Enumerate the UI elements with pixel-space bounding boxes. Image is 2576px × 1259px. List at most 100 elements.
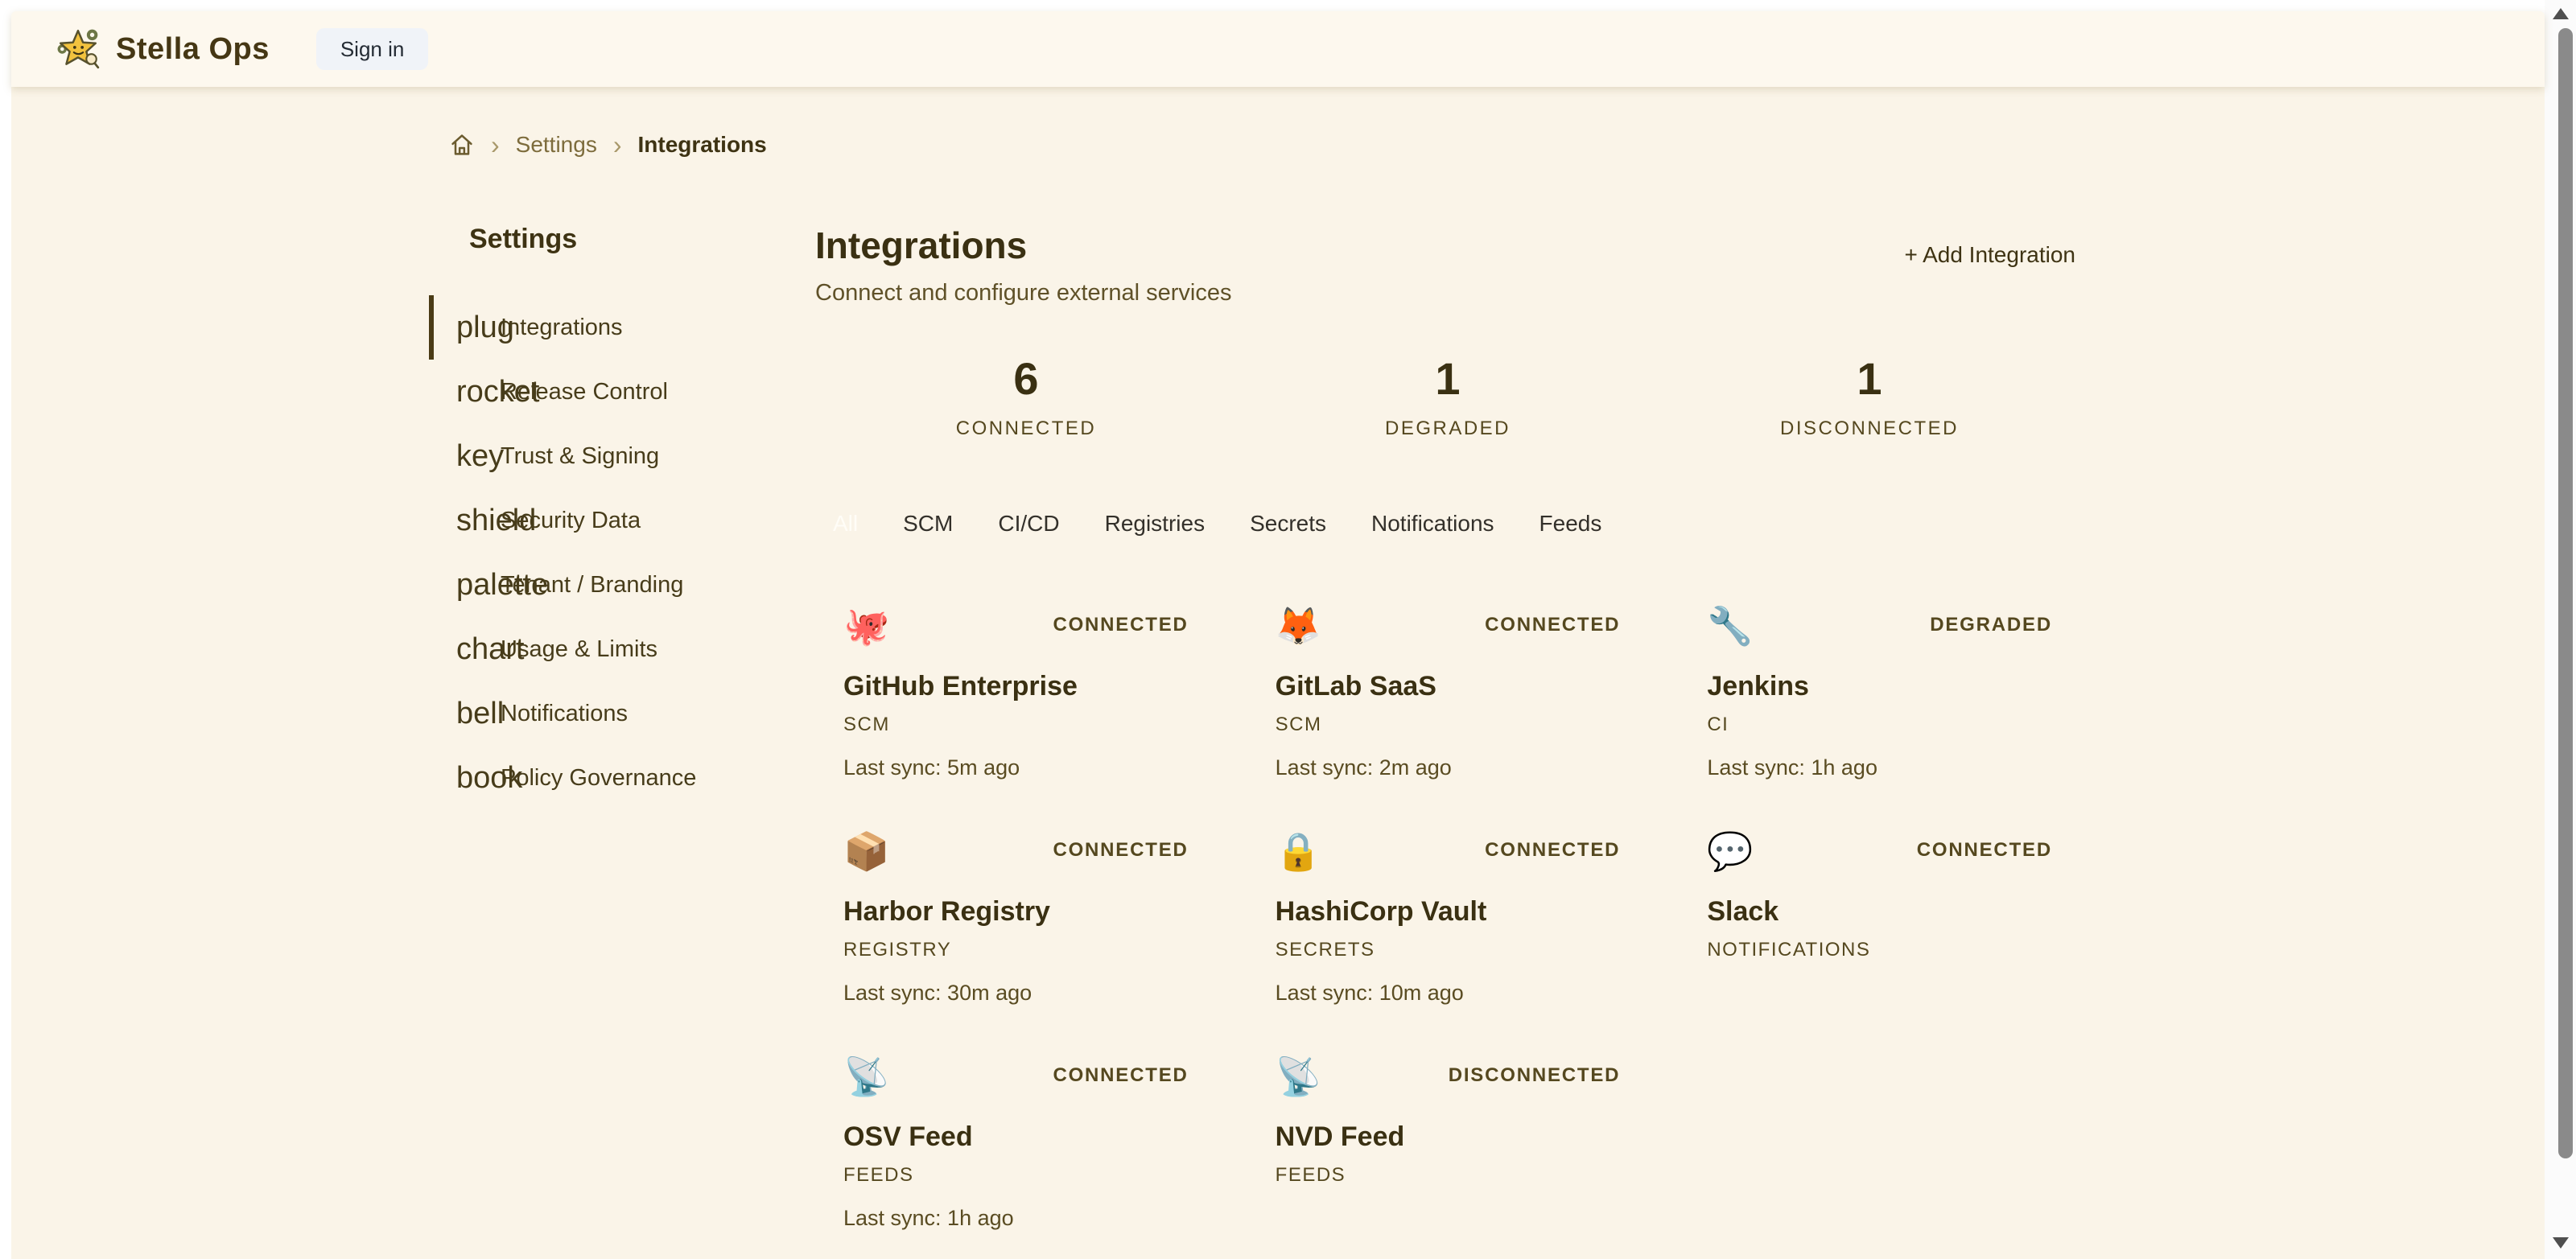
- integration-name: Slack: [1707, 895, 2052, 928]
- home-icon[interactable]: [449, 132, 475, 158]
- breadcrumb-settings[interactable]: Settings: [516, 132, 597, 158]
- integration-type: REGISTRY: [843, 939, 1189, 961]
- stat-value: 6: [815, 356, 1237, 401]
- settings-nav: plug Integrations rocket Release Control…: [429, 295, 767, 810]
- tab-cicd[interactable]: CI/CD: [998, 511, 1059, 537]
- integrations-panel: Integrations Connect and configure exter…: [815, 224, 2080, 1231]
- shield-icon: shield: [456, 504, 492, 538]
- speech-balloon-icon: 💬: [1707, 831, 1753, 871]
- tab-secrets[interactable]: Secrets: [1250, 511, 1326, 537]
- last-sync: Last sync: 30m ago: [843, 981, 1189, 1006]
- sidebar-item-security-data[interactable]: shield Security Data: [429, 488, 767, 553]
- integration-cards: 🐙 CONNECTED GitHub Enterprise SCM Last s…: [815, 580, 2080, 1231]
- last-sync: Last sync: 2m ago: [1276, 755, 1621, 780]
- stella-ops-mascot-logo: [56, 27, 101, 72]
- tab-feeds[interactable]: Feeds: [1539, 511, 1602, 537]
- scroll-down-arrow[interactable]: [2553, 1237, 2569, 1249]
- tab-notifications[interactable]: Notifications: [1371, 511, 1494, 537]
- wrench-icon: 🔧: [1707, 606, 1753, 646]
- key-icon: key: [456, 439, 492, 474]
- satellite-antenna-icon: 📡: [1276, 1056, 1321, 1096]
- integration-card-osv-feed[interactable]: 📡 CONNECTED OSV Feed FEEDS Last sync: 1h…: [815, 1031, 1217, 1231]
- octopus-icon: 🐙: [843, 606, 889, 646]
- scroll-up-arrow[interactable]: [2553, 8, 2569, 19]
- integration-type: SCM: [1276, 714, 1621, 736]
- integration-name: Harbor Registry: [843, 895, 1189, 928]
- add-integration-button[interactable]: + Add Integration: [1899, 241, 2080, 269]
- breadcrumb: › Settings › Integrations: [449, 129, 2080, 161]
- stat-value: 1: [1237, 356, 1659, 401]
- last-sync: Last sync: 1h ago: [1707, 755, 2052, 780]
- page-subtitle: Connect and configure external services: [815, 280, 1231, 307]
- status-badge: CONNECTED: [1485, 614, 1620, 636]
- app-window: Stella Ops Sign in › Settings › Integrat…: [11, 11, 2545, 1259]
- status-badge: CONNECTED: [1053, 614, 1188, 636]
- sidebar-item-policy-governance[interactable]: book Policy Governance: [429, 746, 767, 810]
- last-sync: Last sync: 10m ago: [1276, 981, 1621, 1006]
- integration-name: OSV Feed: [843, 1121, 1189, 1153]
- bell-icon: bell: [456, 697, 492, 731]
- integration-card-harbor-registry[interactable]: 📦 CONNECTED Harbor Registry REGISTRY Las…: [815, 805, 1217, 1006]
- sidebar-item-notifications[interactable]: bell Notifications: [429, 681, 767, 746]
- page-background: › Settings › Integrations Settings plug …: [11, 87, 2545, 1259]
- stat-label: CONNECTED: [815, 418, 1237, 440]
- package-icon: 📦: [843, 831, 889, 871]
- sidebar-item-usage-limits[interactable]: chart Usage & Limits: [429, 617, 767, 681]
- status-badge: CONNECTED: [1053, 1064, 1188, 1087]
- stat-degraded: 1 DEGRADED: [1237, 356, 1659, 440]
- last-sync: [1276, 1206, 1621, 1231]
- tab-registries[interactable]: Registries: [1105, 511, 1205, 537]
- last-sync: [1707, 981, 2052, 1006]
- integration-name: NVD Feed: [1276, 1121, 1621, 1153]
- tab-scm[interactable]: SCM: [903, 511, 953, 537]
- integration-name: GitLab SaaS: [1276, 670, 1621, 702]
- integration-name: GitHub Enterprise: [843, 670, 1189, 702]
- integration-card-nvd-feed[interactable]: 📡 DISCONNECTED NVD Feed FEEDS: [1247, 1031, 1649, 1231]
- stat-disconnected: 1 DISCONNECTED: [1659, 356, 2080, 440]
- status-badge: CONNECTED: [1053, 839, 1188, 862]
- breadcrumb-current: Integrations: [637, 132, 766, 158]
- integration-card-slack[interactable]: 💬 CONNECTED Slack NOTIFICATIONS: [1679, 805, 2080, 1006]
- integration-card-github-enterprise[interactable]: 🐙 CONNECTED GitHub Enterprise SCM Last s…: [815, 580, 1217, 780]
- integration-type: FEEDS: [1276, 1164, 1621, 1187]
- breadcrumb-separator: ›: [613, 132, 622, 158]
- integration-name: Jenkins: [1707, 670, 2052, 702]
- page-title: Integrations: [815, 224, 1231, 267]
- status-badge: DEGRADED: [1930, 614, 2052, 636]
- last-sync: Last sync: 1h ago: [843, 1206, 1189, 1231]
- integration-type: FEEDS: [843, 1164, 1189, 1187]
- sidebar-title: Settings: [469, 224, 767, 255]
- scrollbar-thumb[interactable]: [2558, 28, 2573, 1158]
- integration-type: SECRETS: [1276, 939, 1621, 961]
- integration-type: SCM: [843, 714, 1189, 736]
- sidebar-item-trust-signing[interactable]: key Trust & Signing: [429, 424, 767, 488]
- sidebar-item-release-control[interactable]: rocket Release Control: [429, 360, 767, 424]
- integration-name: HashiCorp Vault: [1276, 895, 1621, 928]
- stat-connected: 6 CONNECTED: [815, 356, 1237, 440]
- stat-label: DEGRADED: [1237, 418, 1659, 440]
- integration-type: NOTIFICATIONS: [1707, 939, 2052, 961]
- integration-card-hashicorp-vault[interactable]: 🔒 CONNECTED HashiCorp Vault SECRETS Last…: [1247, 805, 1649, 1006]
- app-title: Stella Ops: [116, 32, 270, 67]
- lock-icon: 🔒: [1276, 831, 1321, 871]
- sign-in-button[interactable]: Sign in: [316, 28, 429, 70]
- integration-type: CI: [1707, 714, 2052, 736]
- satellite-antenna-icon: 📡: [843, 1056, 889, 1096]
- rocket-icon: rocket: [456, 375, 492, 409]
- sidebar-item-tenant-branding[interactable]: palette Tenant / Branding: [429, 553, 767, 617]
- integration-card-jenkins[interactable]: 🔧 DEGRADED Jenkins CI Last sync: 1h ago: [1679, 580, 2080, 780]
- plug-icon: plug: [456, 311, 492, 345]
- status-summary: 6 CONNECTED 1 DEGRADED 1 DISCONNECTED: [815, 356, 2080, 440]
- top-header: Stella Ops Sign in: [11, 11, 2545, 87]
- breadcrumb-separator: ›: [491, 132, 500, 158]
- palette-icon: palette: [456, 568, 492, 603]
- integration-card-gitlab-saas[interactable]: 🦊 CONNECTED GitLab SaaS SCM Last sync: 2…: [1247, 580, 1649, 780]
- sidebar-item-integrations[interactable]: plug Integrations: [429, 295, 767, 360]
- chart-icon: chart: [456, 632, 492, 667]
- stat-value: 1: [1659, 356, 2080, 401]
- tab-all[interactable]: All: [833, 511, 858, 537]
- last-sync: Last sync: 5m ago: [843, 755, 1189, 780]
- status-badge: CONNECTED: [1917, 839, 2052, 862]
- stat-label: DISCONNECTED: [1659, 418, 2080, 440]
- status-badge: CONNECTED: [1485, 839, 1620, 862]
